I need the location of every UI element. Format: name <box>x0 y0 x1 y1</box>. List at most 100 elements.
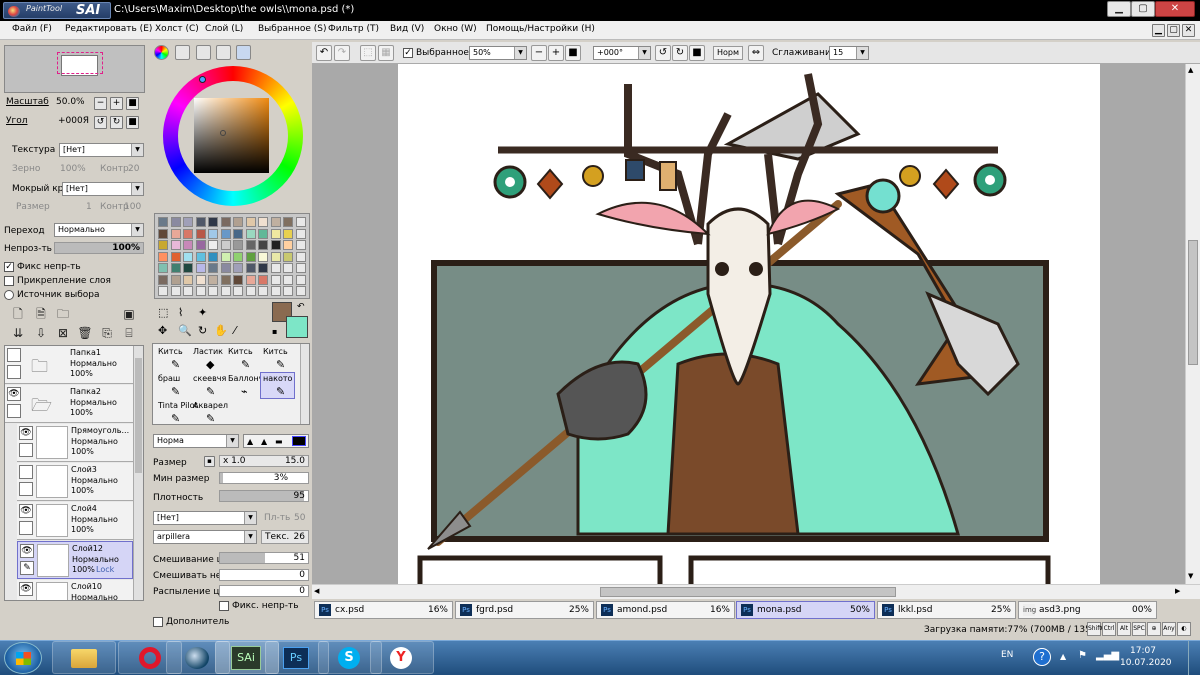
color-swatch[interactable] <box>295 217 306 227</box>
color-swatch[interactable] <box>195 228 206 239</box>
pencil-icon[interactable]: ✎ <box>20 561 34 575</box>
color-swatch[interactable] <box>208 251 218 262</box>
new-folder-icon[interactable]: 🗀 <box>55 307 71 323</box>
advanced-checkbox[interactable] <box>153 617 163 627</box>
zoom-out-button[interactable]: − <box>94 97 107 110</box>
edge-contrast-value[interactable]: 100 <box>124 202 141 212</box>
color-swatch[interactable] <box>208 240 218 250</box>
eye-icon[interactable]: 👁 <box>20 544 34 558</box>
color-swatch[interactable] <box>233 251 243 262</box>
rotation-select[interactable]: +000° ▼ <box>593 46 651 60</box>
color-swatch[interactable] <box>220 240 231 250</box>
zoom-in-button[interactable]: + <box>548 45 564 61</box>
minimize-button[interactable]: ▁ <box>1107 1 1131 17</box>
layer-edit-toggle[interactable] <box>7 365 21 379</box>
color-swatch[interactable] <box>258 286 268 296</box>
brush-tip-icon[interactable]: ▬ <box>275 437 283 446</box>
menu-layer[interactable]: Слой (L) <box>205 24 243 34</box>
zoom-select[interactable]: 50% ▼ <box>469 46 527 60</box>
tool-slot-6[interactable]: скеевчя ✎ <box>190 372 226 399</box>
hand-icon[interactable]: ✋ <box>214 324 228 337</box>
color-swatch[interactable] <box>208 217 218 227</box>
close-button[interactable]: ✕ <box>1155 1 1195 17</box>
color-swatch[interactable] <box>270 217 281 227</box>
size-step-button[interactable]: ▪ <box>204 456 215 467</box>
color-swatch[interactable] <box>233 228 243 239</box>
color-swatch[interactable] <box>170 263 181 273</box>
doc-restore-button[interactable]: ▢ <box>1167 24 1180 37</box>
edge-size-value[interactable]: 1 <box>86 202 92 212</box>
tool-slot-3[interactable]: Китсь ✎ <box>225 345 260 372</box>
taskbar-yandex[interactable]: Y <box>370 641 434 674</box>
scrollbar-thumb[interactable] <box>1188 240 1198 365</box>
file-tab-amond[interactable]: Ps amond.psd 16% <box>596 601 735 619</box>
color-swatch[interactable] <box>270 263 281 273</box>
start-button[interactable] <box>4 642 42 674</box>
brush-tip-icon[interactable]: ▲ <box>247 437 253 446</box>
min-size-slider[interactable]: 3% <box>219 472 309 484</box>
color-swatch[interactable] <box>245 240 256 250</box>
wet-edge-select[interactable]: [Нет] ▼ <box>62 182 144 196</box>
brush-size-slider[interactable]: x 1.0 15.0 <box>219 455 309 467</box>
preserve-opacity-checkbox[interactable]: ✓ <box>4 262 14 272</box>
color-swatch[interactable] <box>208 274 218 285</box>
transfer-down-icon[interactable]: ⇊ <box>10 326 26 342</box>
scroll-left-icon[interactable]: ◀ <box>314 587 319 595</box>
color-swatch[interactable] <box>183 286 193 296</box>
color-swatch[interactable] <box>270 228 281 239</box>
brush-mode-select[interactable]: Норма ▼ <box>153 434 239 448</box>
texture-strength-field[interactable]: Текс. 26 <box>261 530 309 544</box>
color-swatch[interactable] <box>220 251 231 262</box>
mixer-tab[interactable] <box>216 45 231 60</box>
canvas-vertical-scrollbar[interactable]: ▲ ▼ <box>1185 64 1200 584</box>
size-multiplier[interactable]: x 1.0 <box>223 456 246 466</box>
color-swatch[interactable] <box>195 286 206 296</box>
density-slider[interactable]: 95 <box>219 490 309 502</box>
hsv-slider-tab[interactable] <box>196 45 211 60</box>
color-swatch[interactable] <box>245 286 256 296</box>
color-swatch[interactable] <box>258 228 268 239</box>
visibility-toggle[interactable] <box>7 348 21 362</box>
deselect-icon[interactable]: ⬚ <box>360 45 376 61</box>
blend-mode-select[interactable]: Нормально ▼ <box>54 223 144 237</box>
color-swatch[interactable] <box>208 228 218 239</box>
rotate-icon[interactable]: ↻ <box>198 324 207 337</box>
zoom-in-button[interactable]: + <box>110 97 123 110</box>
layer-edit-toggle[interactable] <box>19 482 33 496</box>
color-swatch[interactable] <box>270 251 281 262</box>
color-swatch[interactable] <box>258 217 268 227</box>
color-swatch[interactable] <box>183 240 193 250</box>
zoom-reset-button[interactable]: ■ <box>126 97 139 110</box>
doc-minimize-button[interactable]: ▁ <box>1152 24 1165 37</box>
tool-grid-scrollbar[interactable] <box>300 344 309 424</box>
redo-icon[interactable]: ↷ <box>334 45 350 61</box>
rgb-slider-tab[interactable] <box>175 45 190 60</box>
eye-icon[interactable]: 👁 <box>19 426 33 440</box>
color-swatch[interactable] <box>270 274 281 285</box>
color-swatch[interactable] <box>283 263 293 273</box>
navigator-viewport-frame[interactable] <box>57 52 103 74</box>
color-swatch[interactable] <box>170 286 181 296</box>
zoom-icon[interactable]: 🔍 <box>178 324 192 337</box>
shape-strength-value[interactable]: 50 <box>294 513 305 523</box>
color-swatch[interactable] <box>183 217 193 227</box>
brush-texture-select[interactable]: arpillera ▼ <box>153 530 257 544</box>
color-swatch[interactable] <box>295 274 306 285</box>
color-swatch[interactable] <box>170 274 181 285</box>
color-swatch[interactable] <box>158 274 168 285</box>
color-swatch[interactable] <box>245 263 256 273</box>
color-swatch[interactable] <box>158 263 168 273</box>
menu-edit[interactable]: Редактировать (E) <box>65 24 152 34</box>
lasso-icon[interactable]: ⌇ <box>178 306 183 319</box>
color-swatch[interactable] <box>158 217 168 227</box>
color-swatch[interactable] <box>283 228 293 239</box>
layer-item-folder2[interactable]: 👁 🗁 Папка2 Нормально 100% <box>5 385 133 423</box>
persistence-slider[interactable]: 0 <box>219 585 309 597</box>
scroll-down-icon[interactable]: ▼ <box>1188 572 1193 580</box>
color-swatch[interactable] <box>245 251 256 262</box>
color-swatch[interactable] <box>283 274 293 285</box>
menu-canvas[interactable]: Холст (C) <box>155 24 199 34</box>
zoom-reset-button[interactable]: ■ <box>565 45 581 61</box>
flag-icon[interactable]: ⚑ <box>1078 650 1087 661</box>
taskbar-explorer[interactable] <box>52 641 116 674</box>
